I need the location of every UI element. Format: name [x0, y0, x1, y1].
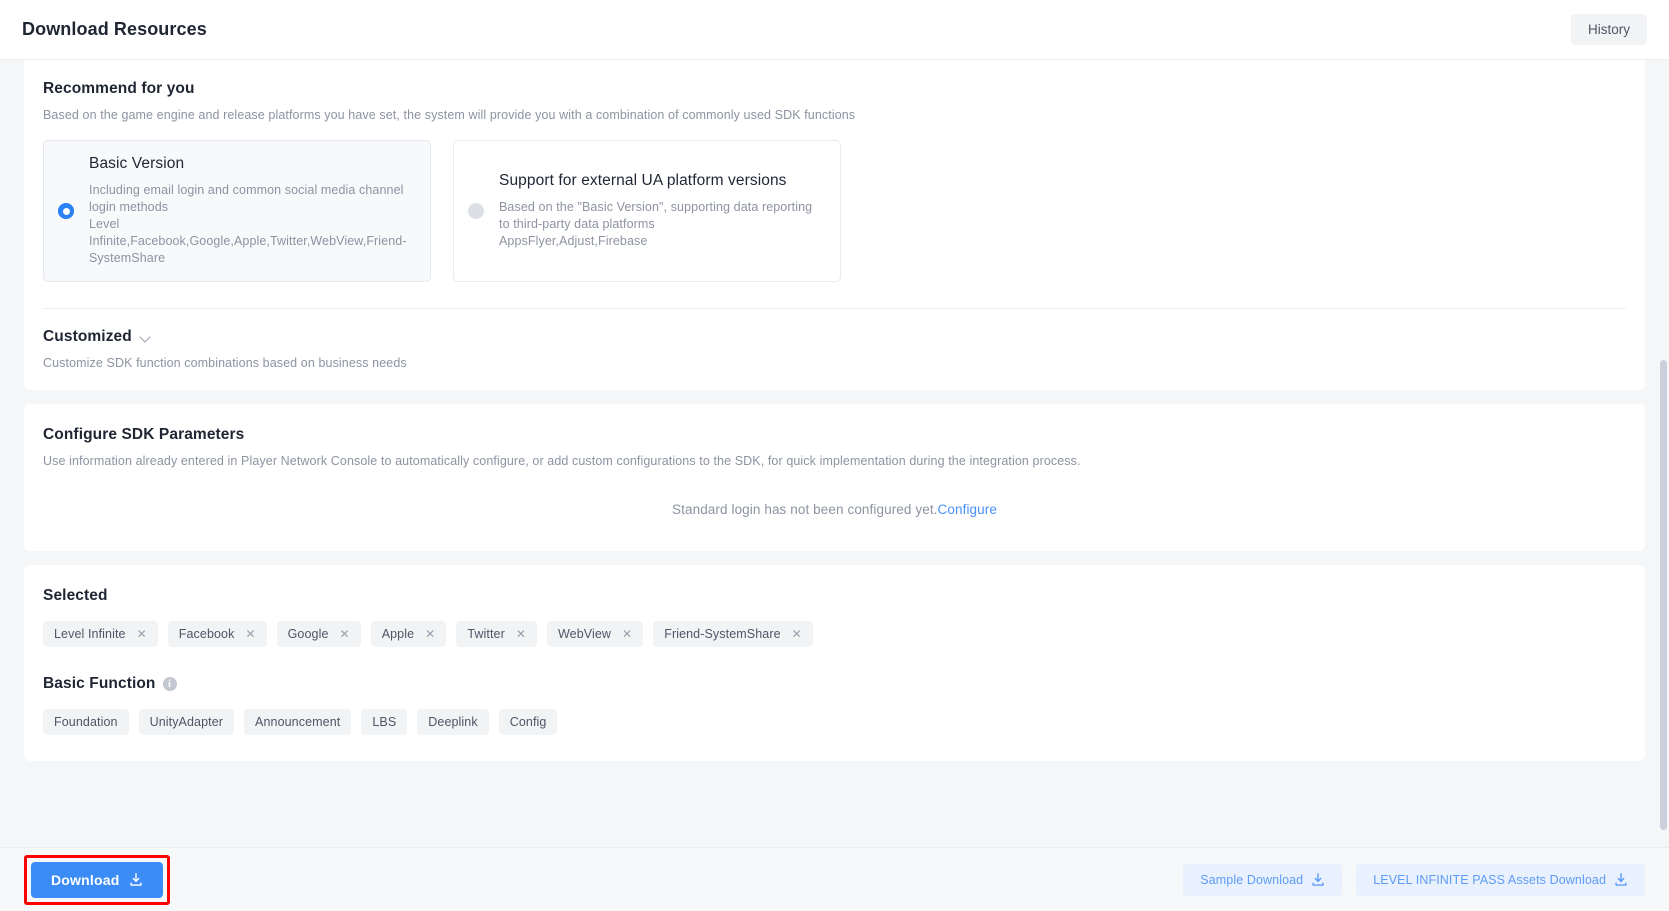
basic-function-header: Basic Function i [43, 675, 1626, 693]
tag-label: Config [509, 715, 547, 729]
footer-actions: Sample Download LEVEL INFINITE PASS Asse… [1183, 863, 1645, 896]
download-icon [1312, 872, 1324, 886]
tag-label: Friend-SystemShare [664, 627, 781, 641]
list-item[interactable]: Apple ✕ [370, 621, 447, 647]
sample-download-label: Sample Download [1200, 872, 1304, 887]
close-icon[interactable]: ✕ [340, 628, 350, 640]
option-external-ua[interactable]: Support for external UA platform version… [453, 140, 841, 282]
recommend-section: Recommend for you Based on the game engi… [24, 60, 1645, 390]
divider [43, 308, 1626, 309]
close-icon[interactable]: ✕ [425, 628, 435, 640]
page-header: Download Resources History [0, 0, 1669, 60]
basic-function-tag-list: Foundation UnityAdapter Announcement LBS… [43, 709, 1626, 735]
list-item: Config [498, 709, 558, 735]
list-item[interactable]: WebView ✕ [547, 621, 644, 647]
list-item: UnityAdapter [138, 709, 235, 735]
configure-title: Configure SDK Parameters [43, 426, 245, 443]
close-icon[interactable]: ✕ [516, 628, 526, 640]
close-icon[interactable]: ✕ [622, 628, 632, 640]
close-icon[interactable]: ✕ [792, 628, 802, 640]
download-button[interactable]: Download [31, 861, 164, 898]
option-external-ua-title: Support for external UA platform version… [499, 172, 787, 189]
tag-label: Facebook [178, 627, 235, 641]
recommend-description: Based on the game engine and release pla… [43, 108, 856, 122]
option-basic-version-line2: Level Infinite,Facebook,Google,Apple,Twi… [89, 217, 407, 265]
tag-label: Apple [381, 627, 415, 641]
download-button-label: Download [51, 871, 120, 888]
list-item[interactable]: Google ✕ [276, 621, 361, 647]
tag-label: Level Infinite [54, 627, 126, 641]
tag-label: UnityAdapter [149, 715, 224, 729]
list-item: LBS [361, 709, 408, 735]
scrollbar-thumb[interactable] [1660, 360, 1667, 830]
close-icon[interactable]: ✕ [245, 628, 255, 640]
page-body: Recommend for you Based on the game engi… [0, 60, 1669, 847]
option-external-ua-line2: AppsFlyer,Adjust,Firebase [499, 234, 648, 248]
option-external-ua-body: Support for external UA platform version… [499, 172, 824, 250]
configure-sdk-section: Configure SDK Parameters Use information… [24, 404, 1645, 551]
selected-tag-list: Level Infinite ✕ Facebook ✕ Google ✕ Apple ✕… [43, 621, 1626, 647]
customized-toggle[interactable]: Customized [43, 328, 152, 346]
customized-title: Customized [43, 328, 132, 345]
tag-label: LBS [372, 715, 397, 729]
configure-link[interactable]: Configure [938, 502, 997, 517]
tag-label: Foundation [54, 715, 118, 729]
tag-label: WebView [558, 627, 612, 641]
basic-function-title: Basic Function [43, 675, 156, 692]
option-basic-version[interactable]: Basic Version Including email login and … [43, 140, 431, 282]
list-item[interactable]: Level Infinite ✕ [43, 621, 158, 647]
info-icon[interactable]: i [162, 677, 177, 691]
close-icon[interactable]: ✕ [137, 628, 147, 640]
radio-external-ua[interactable] [468, 203, 484, 219]
list-item: Deeplink [417, 709, 489, 735]
tag-label: Google [287, 627, 329, 641]
page-title: Download Resources [22, 19, 207, 39]
download-button-wrapper: Download [24, 854, 171, 905]
download-icon [1615, 872, 1627, 886]
radio-basic-version[interactable] [58, 203, 74, 219]
assets-download-label: LEVEL INFINITE PASS Assets Download [1373, 872, 1606, 887]
option-basic-version-body: Basic Version Including email login and … [89, 155, 414, 267]
list-item: Announcement [244, 709, 352, 735]
vertical-scrollbar[interactable] [1660, 120, 1667, 830]
list-item[interactable]: Facebook ✕ [167, 621, 267, 647]
download-icon [130, 872, 143, 886]
chevron-down-icon[interactable] [140, 332, 152, 344]
history-button[interactable]: History [1570, 14, 1647, 45]
option-basic-version-title: Basic Version [89, 155, 185, 172]
level-infinite-pass-assets-download-button[interactable]: LEVEL INFINITE PASS Assets Download [1356, 863, 1645, 896]
page-footer: Download Sample Download LEVEL INFINITE … [0, 847, 1669, 911]
option-basic-version-line1: Including email login and common social … [89, 183, 404, 214]
tag-label: Announcement [255, 715, 341, 729]
selected-title: Selected [43, 587, 108, 604]
recommend-title: Recommend for you [43, 80, 195, 97]
configure-empty-text: Standard login has not been configured y… [672, 502, 938, 517]
recommend-options: Basic Version Including email login and … [43, 140, 1626, 282]
tag-label: Twitter [467, 627, 505, 641]
download-resources-page: Download Resources History Recommend for… [0, 0, 1669, 911]
list-item[interactable]: Friend-SystemShare ✕ [653, 621, 813, 647]
list-item: Foundation [43, 709, 129, 735]
tag-label: Deeplink [428, 715, 478, 729]
configure-empty-state: Standard login has not been configured y… [43, 502, 1626, 517]
customized-description: Customize SDK function combinations base… [43, 356, 407, 370]
list-item[interactable]: Twitter ✕ [456, 621, 537, 647]
selected-section: Selected Level Infinite ✕ Facebook ✕ Googl… [24, 565, 1645, 761]
configure-description: Use information already entered in Playe… [43, 454, 1081, 468]
option-external-ua-line1: Based on the "Basic Version", supporting… [499, 200, 813, 231]
sample-download-button[interactable]: Sample Download [1183, 863, 1343, 896]
